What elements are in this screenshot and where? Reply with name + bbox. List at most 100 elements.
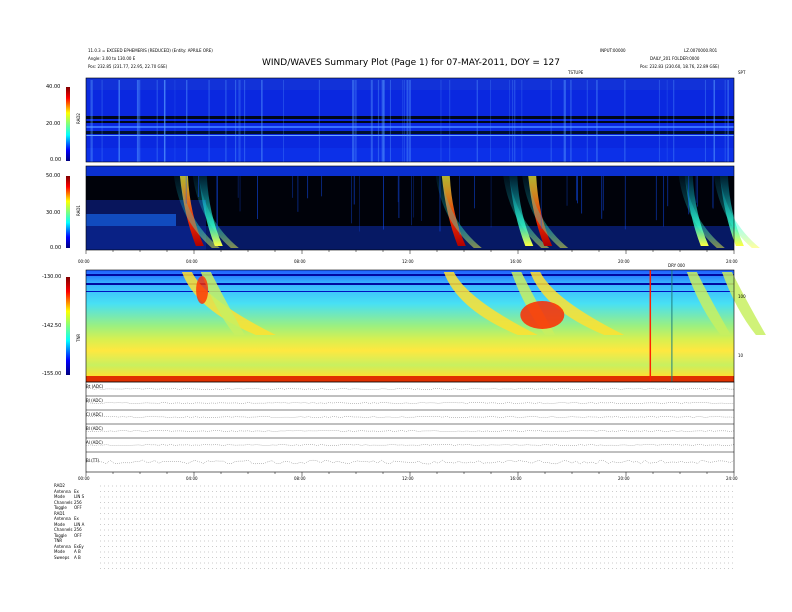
rad1-streak (411, 176, 412, 226)
time-upper-tick-label: 24:00 (726, 259, 738, 264)
rad1-streak (185, 176, 187, 204)
time-upper-tick-label: 08:00 (294, 259, 306, 264)
rad1-label: RAD1 (76, 205, 81, 216)
rad2-streak (186, 80, 188, 162)
rad2-streak (449, 80, 451, 162)
tnr-intense-patch (520, 301, 565, 329)
receiver-table-dots (100, 485, 734, 569)
rad1-streak (540, 176, 542, 229)
rad1-streak (490, 176, 492, 228)
rad1-streak (413, 176, 415, 218)
time-lower-tick-label: 04:00 (186, 476, 198, 481)
rad1-streak (624, 176, 626, 230)
rad2-colorbar (66, 87, 70, 161)
rad2-streak (666, 80, 668, 162)
rad2-streak (355, 80, 357, 162)
tnr-tick-bottom: -155.00 (42, 371, 62, 377)
receiver-name: RAD2 (54, 483, 65, 488)
trace-panels (85, 388, 735, 465)
rad1-streak (239, 176, 241, 212)
rad1-streak (237, 176, 239, 198)
rad2-streak (673, 80, 675, 162)
summary-plot (66, 77, 766, 569)
receiver-setting-key: Mode (54, 494, 65, 499)
rad2-streak (139, 80, 141, 162)
rad2-streak (283, 80, 284, 162)
rad1-tick-bottom: 0.00 (50, 245, 62, 251)
receiver-setting-key: Mode (54, 521, 65, 527)
rad2-tick-top: 40.00 (46, 84, 61, 90)
rad2-streak (713, 80, 716, 162)
receiver-setting-key: Toggle (54, 532, 67, 538)
tnr-marker: DRY 000 (668, 263, 685, 268)
rad1-streak (351, 176, 352, 224)
trace-label-1: Bt (ADC) (86, 384, 104, 389)
receiver-setting-key: Antenna (54, 543, 71, 549)
time-upper-tick-label: 00:00 (78, 259, 90, 264)
receiver-setting-key: Antenna (54, 516, 71, 521)
receiver-setting-value: A B (74, 554, 81, 560)
rad2-streak (403, 80, 405, 162)
rad1-streak (398, 176, 400, 218)
rad1-streak (353, 176, 355, 205)
tnr-right-tick-100: 100 (738, 294, 746, 299)
rad1-streak (577, 176, 578, 204)
rad2-streak (704, 80, 706, 162)
time-upper-tick-label: 20:00 (618, 259, 630, 264)
receiver-setting-key: Sweeps (54, 554, 70, 560)
trace-line (85, 430, 735, 432)
rad2-streak (513, 80, 516, 162)
rad2-streak (378, 80, 380, 162)
rad1-streak (602, 176, 604, 211)
rad1-streak (297, 176, 299, 212)
rad2-streak (156, 80, 158, 162)
trace-line (85, 416, 735, 418)
tnr-tick-mid: -142.50 (42, 323, 62, 329)
rad2-tick-mid: 20.00 (46, 121, 61, 127)
rad2-streak (208, 80, 210, 162)
rad1-streak (439, 176, 441, 232)
rad1-streak (581, 176, 583, 214)
rad2-streak (409, 80, 411, 162)
rad1-streak (696, 176, 698, 207)
receiver-setting-value: OFF (74, 532, 82, 538)
rad2-streak (658, 80, 660, 162)
receiver-setting-key: Channels (54, 527, 73, 532)
rad2-streak (353, 80, 355, 162)
time-upper-tick-label: 16:00 (510, 259, 522, 264)
rad2-streak (239, 80, 241, 162)
tnr-intense-patch (196, 276, 209, 304)
rad1-streak (321, 176, 323, 197)
receiver-setting-key: Toggle (54, 505, 67, 510)
rad2-streak (724, 80, 726, 162)
rad1-colorbar (66, 176, 70, 248)
rad2-tick-bottom: 0.00 (50, 157, 62, 163)
rad1-streak (397, 176, 399, 203)
rad2-streak (383, 80, 385, 162)
rad2-streak (521, 80, 523, 162)
rad2-streak (389, 80, 391, 162)
time-lower-tick-label: 24:00 (726, 476, 738, 481)
rad2-streak (90, 80, 92, 162)
rad2-streak (563, 80, 565, 162)
tnr-right-tick-10: 10 (738, 353, 744, 358)
rad1-streak (307, 176, 309, 199)
trace-label-5: Al (ADC) (86, 440, 103, 445)
trace-line (85, 388, 735, 390)
rad2-label: RAD2 (76, 113, 81, 124)
rad1-tick-top: 50.00 (46, 173, 61, 179)
tnr-label: TNR (76, 333, 81, 342)
rad2-streak (118, 80, 120, 162)
rad2-streak (402, 80, 404, 162)
time-lower-tick-label: 20:00 (618, 476, 630, 481)
receiver-setting-value: OFF (74, 505, 82, 510)
rad1-streak (712, 176, 714, 209)
rad2-streak (550, 80, 552, 162)
trace-label-6: Bl (TT) (86, 458, 100, 463)
receiver-setting-value: Ex (74, 516, 79, 521)
rad1-streak (383, 176, 384, 230)
receiver-setting-key: Antenna (54, 488, 71, 494)
rad1-streak (566, 176, 568, 206)
rad1-streak (217, 176, 218, 231)
receiver-setting-value: ExEy (74, 543, 84, 549)
